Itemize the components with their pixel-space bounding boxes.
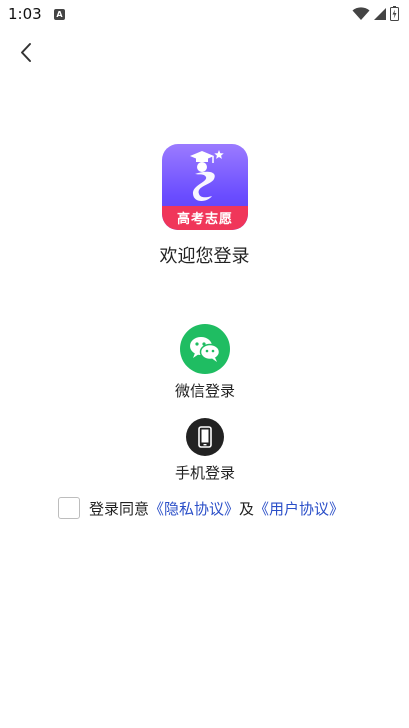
phone-icon [198,426,212,448]
wifi-icon [352,6,370,20]
agreement-joiner: 及 [239,499,255,518]
wechat-login-button[interactable]: 微信登录 [154,324,256,401]
wechat-icon [190,337,221,362]
welcome-title: 欢迎您登录 [159,246,250,267]
wechat-login-label: 微信登录 [174,382,235,400]
status-bar: 1:03 A [0,0,409,28]
agreement-row: 登录同意《隐私协议》及《用户协议》 [58,497,344,519]
phone-login-label: 手机登录 [174,464,235,482]
wechat-icon-circle[interactable] [180,324,230,374]
app-logo: 高考志愿 [162,144,248,230]
logo-band-text: 高考志愿 [176,212,233,227]
battery-icon [390,6,399,21]
phone-login-button[interactable]: 手机登录 [154,418,256,483]
back-button[interactable] [12,38,42,68]
agreement-text: 登录同意《隐私协议》及《用户协议》 [89,498,344,519]
agreement-checkbox[interactable] [58,497,80,519]
signal-icon [374,7,386,20]
notification-icon: A [54,9,65,20]
privacy-policy-link[interactable]: 《隐私协议》 [149,500,239,518]
chevron-left-icon [21,43,31,62]
phone-icon-circle[interactable] [186,418,224,456]
status-time: 1:03 [8,5,42,23]
status-icons [352,6,399,21]
user-agreement-link[interactable]: 《用户协议》 [254,500,344,518]
agreement-prefix: 登录同意 [89,499,150,518]
